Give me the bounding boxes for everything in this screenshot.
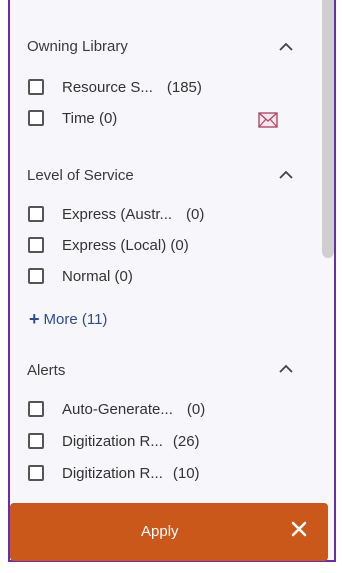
facet-option-digitization-1[interactable]: Digitization R... (26) xyxy=(28,430,200,452)
checkbox[interactable] xyxy=(28,268,44,284)
facet-option-count: (185) xyxy=(166,78,202,96)
plus-icon: + xyxy=(29,309,40,329)
checkbox[interactable] xyxy=(28,237,44,253)
facet-option-label: Time (0) xyxy=(62,109,118,127)
checkbox[interactable] xyxy=(28,465,44,481)
facet-option-label: Digitization R... xyxy=(62,432,163,450)
facet-option-express-local[interactable]: Express (Local) (0) xyxy=(28,234,189,256)
apply-button[interactable]: Apply xyxy=(10,503,328,561)
facet-option-count: (26) xyxy=(172,432,200,450)
chevron-up-icon[interactable] xyxy=(276,168,296,182)
facet-option-label: Express (Local) (0) xyxy=(62,236,189,254)
facet-option-label: Normal (0) xyxy=(62,267,133,285)
facet-option-label: Digitization R... xyxy=(62,464,163,482)
facet-option-count: (10) xyxy=(172,464,200,482)
facet-option-digitization-2[interactable]: Digitization R... (10) xyxy=(28,462,200,484)
facet-option-label: Auto-Generate... xyxy=(62,400,173,418)
more-link[interactable]: + More (11) xyxy=(29,310,107,328)
section-title-owning-library: Owning Library xyxy=(27,38,128,55)
facet-option-auto-generated[interactable]: Auto-Generate... (0) xyxy=(28,398,205,420)
scrollbar[interactable] xyxy=(322,0,334,258)
close-icon[interactable] xyxy=(290,520,308,538)
apply-button-label: Apply xyxy=(141,523,179,540)
mail-icon xyxy=(258,112,278,128)
facet-option-express-australia[interactable]: Express (Austr... (0) xyxy=(28,203,204,225)
facet-option-resource-sharing[interactable]: Resource S... (185) xyxy=(28,76,202,98)
facet-option-label: Express (Austr... xyxy=(62,205,173,223)
checkbox[interactable] xyxy=(28,206,44,222)
more-link-label: More (11) xyxy=(43,310,108,328)
checkbox[interactable] xyxy=(28,110,44,126)
checkbox[interactable] xyxy=(28,433,44,449)
facet-option-normal[interactable]: Normal (0) xyxy=(28,265,133,287)
facet-option-count: (0) xyxy=(186,400,206,418)
checkbox[interactable] xyxy=(28,401,44,417)
chevron-up-icon[interactable] xyxy=(276,362,296,376)
facet-option-count: (0) xyxy=(186,205,205,223)
facet-option-time[interactable]: Time (0) xyxy=(28,107,117,129)
section-title-alerts: Alerts xyxy=(27,362,66,379)
section-title-level-of-service: Level of Service xyxy=(27,167,134,184)
chevron-up-icon[interactable] xyxy=(276,40,296,54)
facet-option-label: Resource S... xyxy=(62,78,153,96)
checkbox[interactable] xyxy=(28,79,44,95)
